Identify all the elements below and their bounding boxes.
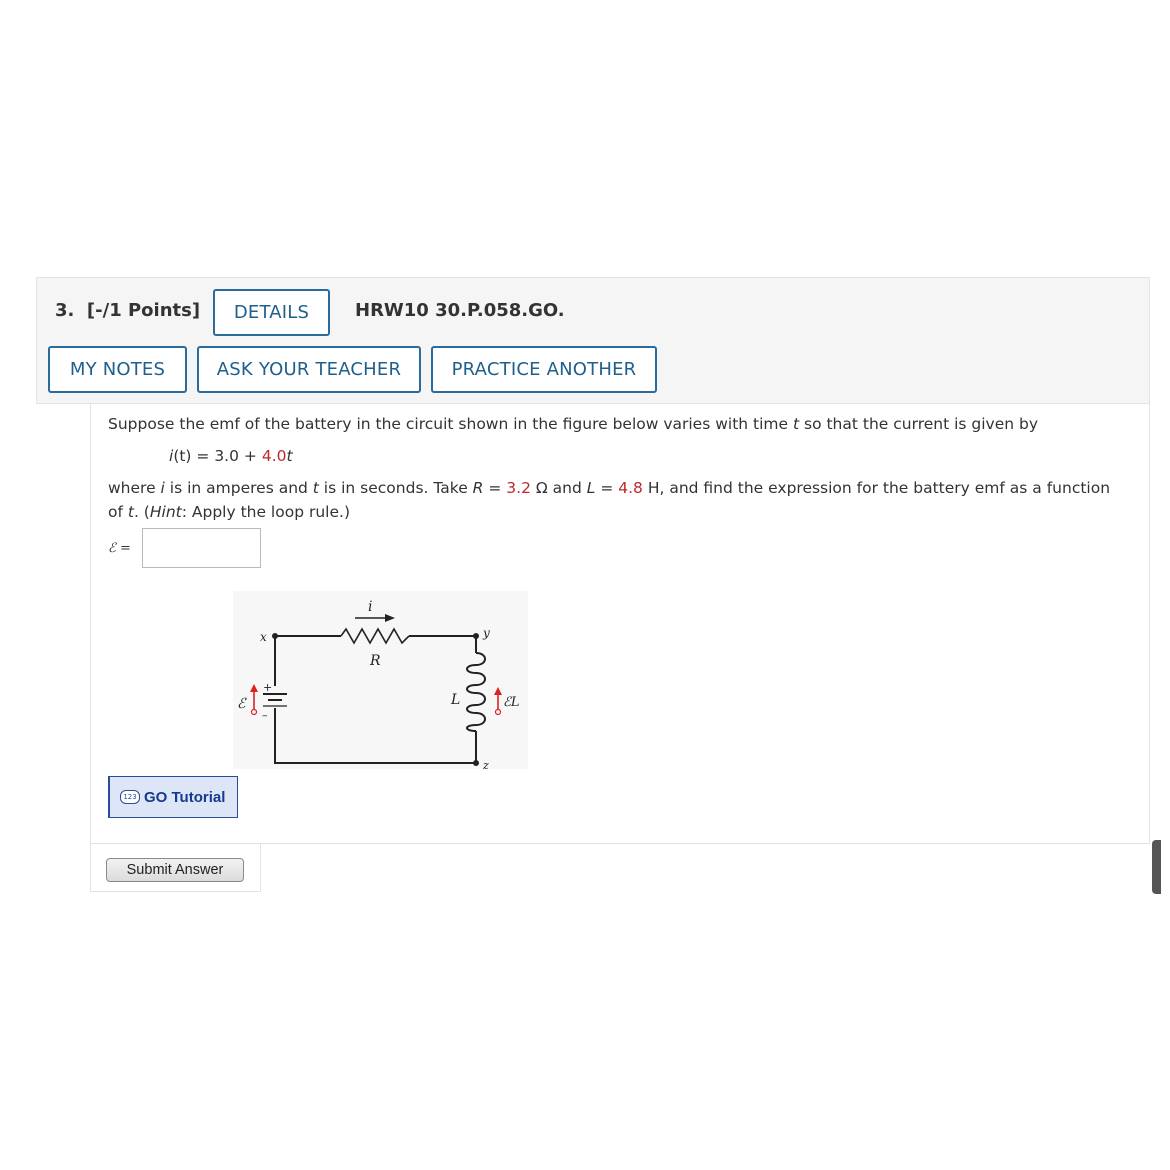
current-arrowhead	[385, 614, 395, 622]
problem-statement-line2: where i is in amperes and t is in second…	[108, 479, 1111, 497]
submit-answer-button[interactable]: Submit Answer	[106, 858, 244, 882]
node-z-label: z	[482, 759, 489, 769]
battery-minus-sign: –	[262, 709, 268, 722]
node-y-label: y	[482, 626, 490, 640]
problem-statement-line3: of t. (Hint: Apply the loop rule.)	[108, 503, 350, 521]
circuit-figure: i R L ℰ ℰL x y z + –	[233, 591, 528, 772]
current-label: i	[368, 599, 372, 615]
emf-L-arrow-tail	[494, 708, 502, 716]
node-z-dot	[473, 760, 479, 766]
inductor-label: L	[450, 692, 460, 708]
resistor-label: R	[369, 653, 381, 669]
inductance-value: 4.8	[618, 479, 643, 497]
emf-arrowhead	[250, 684, 258, 692]
current-equation: i(t) = 3.0 + 4.0t	[169, 447, 293, 465]
details-button[interactable]: DETAILS	[213, 289, 330, 336]
emf-answer-input[interactable]	[142, 528, 261, 568]
body-panel-border	[90, 404, 91, 892]
answer-label: ℰ =	[108, 541, 131, 556]
battery-plus-sign: +	[263, 681, 272, 694]
ask-your-teacher-button[interactable]: ASK YOUR TEACHER	[197, 346, 421, 393]
node-x-dot	[272, 633, 278, 639]
inductor-symbol	[466, 652, 486, 732]
circuit-diagram: i R L ℰ ℰL x y z + –	[237, 599, 520, 772]
node-x-label: x	[260, 630, 267, 644]
resistance-value: 3.2	[506, 479, 531, 497]
emf-arrow-tail	[250, 708, 258, 716]
go-tutorial-label: GO Tutorial	[144, 788, 226, 806]
go-tutorial-button[interactable]: 123 GO Tutorial	[108, 776, 238, 818]
scrollbar-thumb[interactable]	[1152, 840, 1161, 894]
emf-L-label: ℰL	[503, 695, 520, 710]
question-points: [-/1 Points]	[86, 300, 201, 321]
problem-statement-line1: Suppose the emf of the battery in the ci…	[108, 415, 1039, 433]
node-y-dot	[473, 633, 479, 639]
tutorial-icon: 123	[120, 790, 140, 804]
question-number: 3. [-/1 Points]	[55, 300, 201, 321]
resistor-symbol	[340, 627, 410, 645]
emf-label: ℰ	[237, 696, 247, 712]
my-notes-button[interactable]: MY NOTES	[48, 346, 187, 393]
emf-L-arrowhead	[494, 687, 502, 695]
question-id: HRW10 30.P.058.GO.	[355, 300, 565, 321]
practice-another-button[interactable]: PRACTICE ANOTHER	[431, 346, 657, 393]
